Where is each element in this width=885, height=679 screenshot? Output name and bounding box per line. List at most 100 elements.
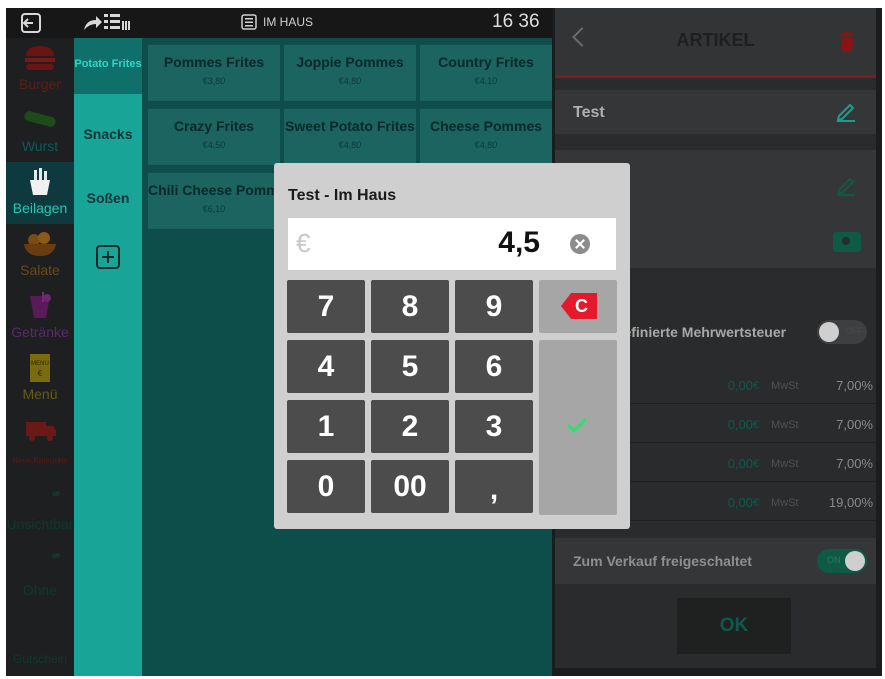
category-menu[interactable]: MENU € Menü <box>6 348 74 410</box>
category-neue-kategorie[interactable]: Neue Kategorie <box>6 410 74 472</box>
top-bar: IM HAUS 16 36 <box>6 8 552 38</box>
salad-icon <box>24 232 56 256</box>
key-7[interactable]: 7 <box>287 280 365 333</box>
confirm-key[interactable] <box>539 340 617 515</box>
article-header: ARTIKEL <box>555 8 876 78</box>
product-price: €4,80 <box>474 140 498 150</box>
vat-rate: 19,00% <box>828 495 873 510</box>
category-ohne[interactable]: Ohne <box>6 534 74 598</box>
subcategory-snacks[interactable]: Snacks <box>74 126 142 142</box>
category-label: Gutschein <box>12 652 68 666</box>
key-1[interactable]: 1 <box>287 400 365 453</box>
transfer-order-icon[interactable] <box>82 12 132 34</box>
category-unsichtbar[interactable]: Unsichtbar <box>6 472 74 534</box>
logout-icon[interactable] <box>20 12 42 34</box>
truck-icon <box>26 422 56 441</box>
for-sale-toggle[interactable]: ON <box>817 549 867 573</box>
for-sale-label: Zum Verkauf freigeschaltet <box>573 553 752 569</box>
vat-currency: € <box>753 380 760 392</box>
price-display[interactable]: € 4,5 <box>288 218 616 270</box>
product-price: €4,80 <box>338 76 362 86</box>
add-subcategory-button[interactable] <box>96 245 120 269</box>
product-tile[interactable]: Country Frites €4,10 <box>420 45 552 101</box>
vat-label: MwSt <box>771 497 799 509</box>
subcategory-sidebar: Potato Frites Snacks Soßen <box>74 38 142 676</box>
key-5[interactable]: 5 <box>371 340 449 393</box>
checkmark-icon <box>567 413 587 433</box>
vat-label: MwSt <box>771 380 799 392</box>
product-name: Joppie Pommes <box>296 54 404 70</box>
clear-key[interactable]: C <box>539 280 617 333</box>
key-8[interactable]: 8 <box>371 280 449 333</box>
vat-label: MwSt <box>771 458 799 470</box>
product-tile[interactable]: Pommes Frites €3,80 <box>148 45 280 101</box>
camera-icon[interactable] <box>833 232 861 252</box>
category-salate[interactable]: Salate <box>6 224 74 286</box>
menu-card-text: MENU <box>31 361 49 367</box>
vat-currency: € <box>753 497 760 509</box>
clear-input-icon[interactable] <box>570 234 590 254</box>
product-tile[interactable]: Cheese Pommes €4,80 <box>420 109 552 165</box>
product-tile[interactable]: Crazy Frites €4,50 <box>148 109 280 165</box>
category-label: Unsichtbar <box>6 516 74 532</box>
product-tile[interactable]: Joppie Pommes €4,80 <box>284 45 416 101</box>
ok-button[interactable]: OK <box>677 598 791 654</box>
sausage-icon <box>24 111 56 127</box>
key-comma[interactable]: , <box>455 460 533 513</box>
for-sale-row: Zum Verkauf freigeschaltet ON <box>555 538 876 584</box>
fries-icon <box>30 168 50 195</box>
article-title: ARTIKEL <box>676 30 755 50</box>
product-tile[interactable]: Sweet Potato Frites €4,80 <box>284 109 416 165</box>
category-beilagen[interactable]: Beilagen <box>6 162 74 224</box>
category-label: Beilagen <box>12 200 68 216</box>
key-6[interactable]: 6 <box>455 340 533 393</box>
product-price: €4,10 <box>474 76 498 86</box>
price-keypad-dialog: Test - Im Haus € 4,5 7 8 9 C 4 5 6 1 2 3… <box>274 163 630 529</box>
vat-amount: 0,00 <box>727 417 753 432</box>
vat-currency: € <box>753 458 760 470</box>
key-2[interactable]: 2 <box>371 400 449 453</box>
vat-rate: 7,00% <box>836 456 873 471</box>
trash-icon[interactable] <box>839 32 855 52</box>
category-label: Menü <box>22 386 58 402</box>
key-00[interactable]: 00 <box>371 460 449 513</box>
menu-card-icon: MENU € <box>30 354 50 382</box>
category-burger[interactable]: Burger <box>6 38 74 100</box>
category-label: Wurst <box>21 138 59 154</box>
key-4[interactable]: 4 <box>287 340 365 393</box>
custom-vat-toggle[interactable]: OFF <box>817 320 867 344</box>
article-name-row: Test <box>555 90 876 134</box>
key-9[interactable]: 9 <box>455 280 533 333</box>
category-gutschein[interactable]: Gutschein <box>6 618 74 676</box>
toggle-knob <box>819 322 839 342</box>
edit-pencil-icon[interactable] <box>835 174 857 196</box>
product-name: Country Frites <box>438 54 534 70</box>
category-getraenke[interactable]: Getränke <box>6 286 74 348</box>
subcategory-sossen[interactable]: Soßen <box>74 190 142 206</box>
product-tile[interactable]: Chili Cheese Pommes €6,10 <box>148 173 295 229</box>
currency-symbol: € <box>296 228 311 258</box>
toggle-label: ON <box>827 555 841 565</box>
vat-amount: 0,00 <box>727 378 753 393</box>
product-name: Crazy Frites <box>173 118 255 134</box>
article-name: Test <box>573 104 605 121</box>
product-name: Sweet Potato Frites <box>285 118 415 134</box>
product-price: €4,80 <box>338 140 362 150</box>
category-label: Getränke <box>11 324 69 340</box>
order-mode[interactable]: IM HAUS <box>241 14 313 30</box>
key-3[interactable]: 3 <box>455 400 533 453</box>
price-value: 4,5 <box>498 226 540 259</box>
category-wurst[interactable]: Wurst <box>6 100 74 162</box>
product-name: Pommes Frites <box>163 54 265 70</box>
edit-pencil-icon[interactable] <box>835 100 857 122</box>
category-label: Burger <box>18 76 62 92</box>
vat-amount: 0,00 <box>727 456 753 471</box>
product-name: Cheese Pommes <box>429 118 543 134</box>
vat-currency: € <box>753 419 760 431</box>
toggle-label: OFF <box>845 326 863 336</box>
subcategory-potato-frites[interactable]: Potato Frites <box>74 38 142 94</box>
vat-rate: 7,00% <box>836 417 873 432</box>
product-name: Chili Cheese Pommes <box>148 182 295 198</box>
vat-label: MwSt <box>771 419 799 431</box>
key-0[interactable]: 0 <box>287 460 365 513</box>
